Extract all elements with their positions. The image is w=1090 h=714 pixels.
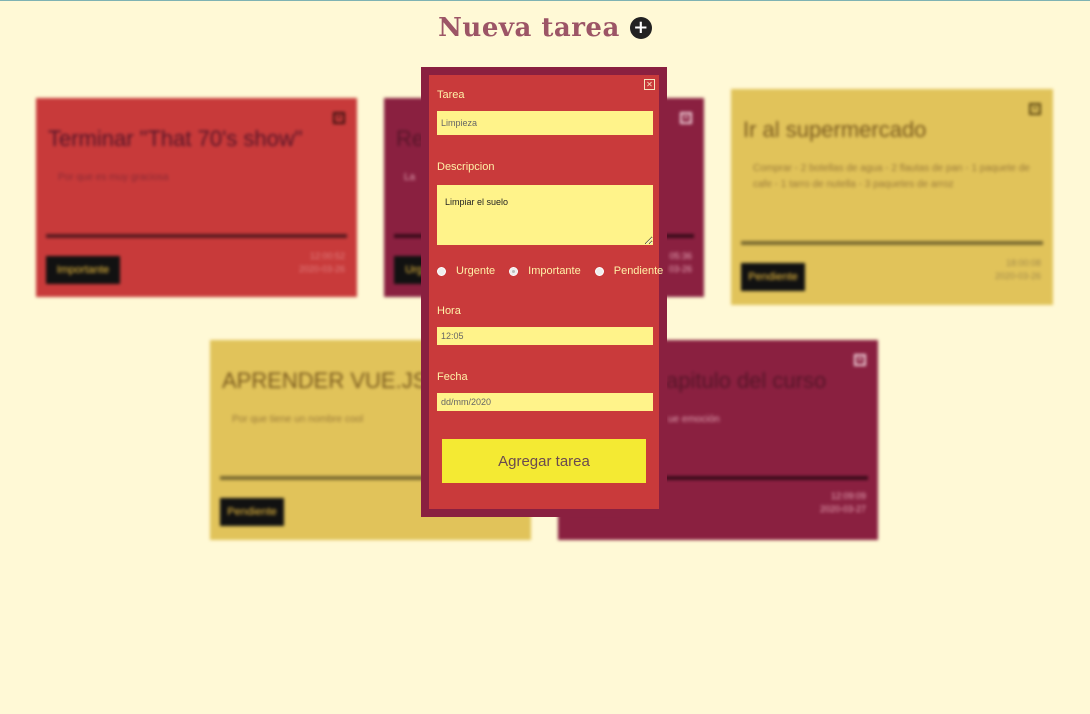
card-divider [741, 241, 1043, 245]
card-date: 2020-03-27 [819, 504, 866, 514]
card-date: 2020-03-26 [298, 264, 345, 274]
add-task-button[interactable]: Agregar tarea [442, 439, 646, 483]
card-timestamp: 12:09:09 2020-03-27 [820, 490, 866, 516]
page-header: Nueva tarea + [0, 13, 1090, 43]
card-close-icon[interactable]: ✕ [333, 112, 345, 124]
card-close-icon[interactable]: ✕ [854, 354, 866, 366]
task-card: ✕ Terminar "That 70's show" Por que es m… [36, 98, 357, 297]
description-textarea[interactable]: Limpiar el suelo [437, 185, 653, 245]
card-title: Terminar "That 70's show" [48, 126, 303, 151]
radio-button[interactable] [437, 266, 446, 276]
radio-label: Urgente [456, 265, 496, 277]
card-timestamp: 18:00:08 2020-03-26 [995, 257, 1041, 283]
card-description: ue emoción [668, 414, 720, 425]
task-card: ✕ Ir al supermercado Comprar - 2 botella… [731, 89, 1053, 305]
card-date: 2020-03-26 [994, 271, 1041, 281]
radio-button[interactable] [594, 266, 604, 276]
new-task-form: ✕ Tarea Descripcion Limpiar el suelo Urg… [429, 75, 663, 509]
card-description: Comprar - 2 botellas de agua - 2 flautas… [753, 163, 1030, 190]
page-title: Nueva tarea [438, 13, 620, 43]
description-label: Descripcion [437, 161, 495, 173]
card-priority-badge: Pendiente [741, 263, 805, 291]
card-timestamp: 05:36 03-26 [669, 250, 692, 276]
new-task-modal: ✕ Tarea Descripcion Limpiar el suelo Urg… [421, 67, 667, 517]
card-time: 12:00:52 [309, 251, 345, 261]
radio-label: Pendiente [613, 265, 664, 277]
card-date: 03-26 [668, 264, 692, 274]
hour-label: Hora [437, 305, 461, 317]
card-close-icon[interactable]: ✕ [1029, 103, 1041, 115]
card-time: 18:00:08 [1005, 258, 1041, 268]
card-priority-badge: Importante [46, 256, 120, 284]
card-priority-badge: Pendiente [220, 498, 284, 526]
priority-option-urgente[interactable]: Urgente [437, 265, 495, 277]
priority-option-pendiente[interactable]: Pendiente [594, 265, 664, 277]
modal-close-icon[interactable]: ✕ [644, 79, 655, 90]
add-task-icon[interactable]: + [629, 17, 652, 39]
priority-radio-group: Urgente Importante Pendiente [437, 265, 663, 277]
card-title: apitulo del curso [666, 368, 827, 393]
card-divider [46, 234, 347, 238]
card-title: Ir al supermercado [743, 117, 927, 142]
task-label: Tarea [437, 89, 465, 101]
date-input[interactable] [437, 393, 653, 411]
priority-option-importante[interactable]: Importante [509, 265, 581, 277]
card-close-icon[interactable]: ✕ [680, 112, 692, 124]
radio-label: Importante [528, 265, 581, 277]
task-input[interactable] [437, 111, 653, 135]
card-time: 05:36 [669, 251, 692, 261]
card-description: Por que es muy graciosa [58, 172, 169, 183]
date-label: Fecha [437, 371, 468, 383]
hour-input[interactable] [437, 327, 653, 345]
radio-button-checked[interactable] [509, 266, 519, 276]
card-timestamp: 12:00:52 2020-03-26 [299, 250, 345, 276]
card-time: 12:09:09 [830, 491, 866, 501]
